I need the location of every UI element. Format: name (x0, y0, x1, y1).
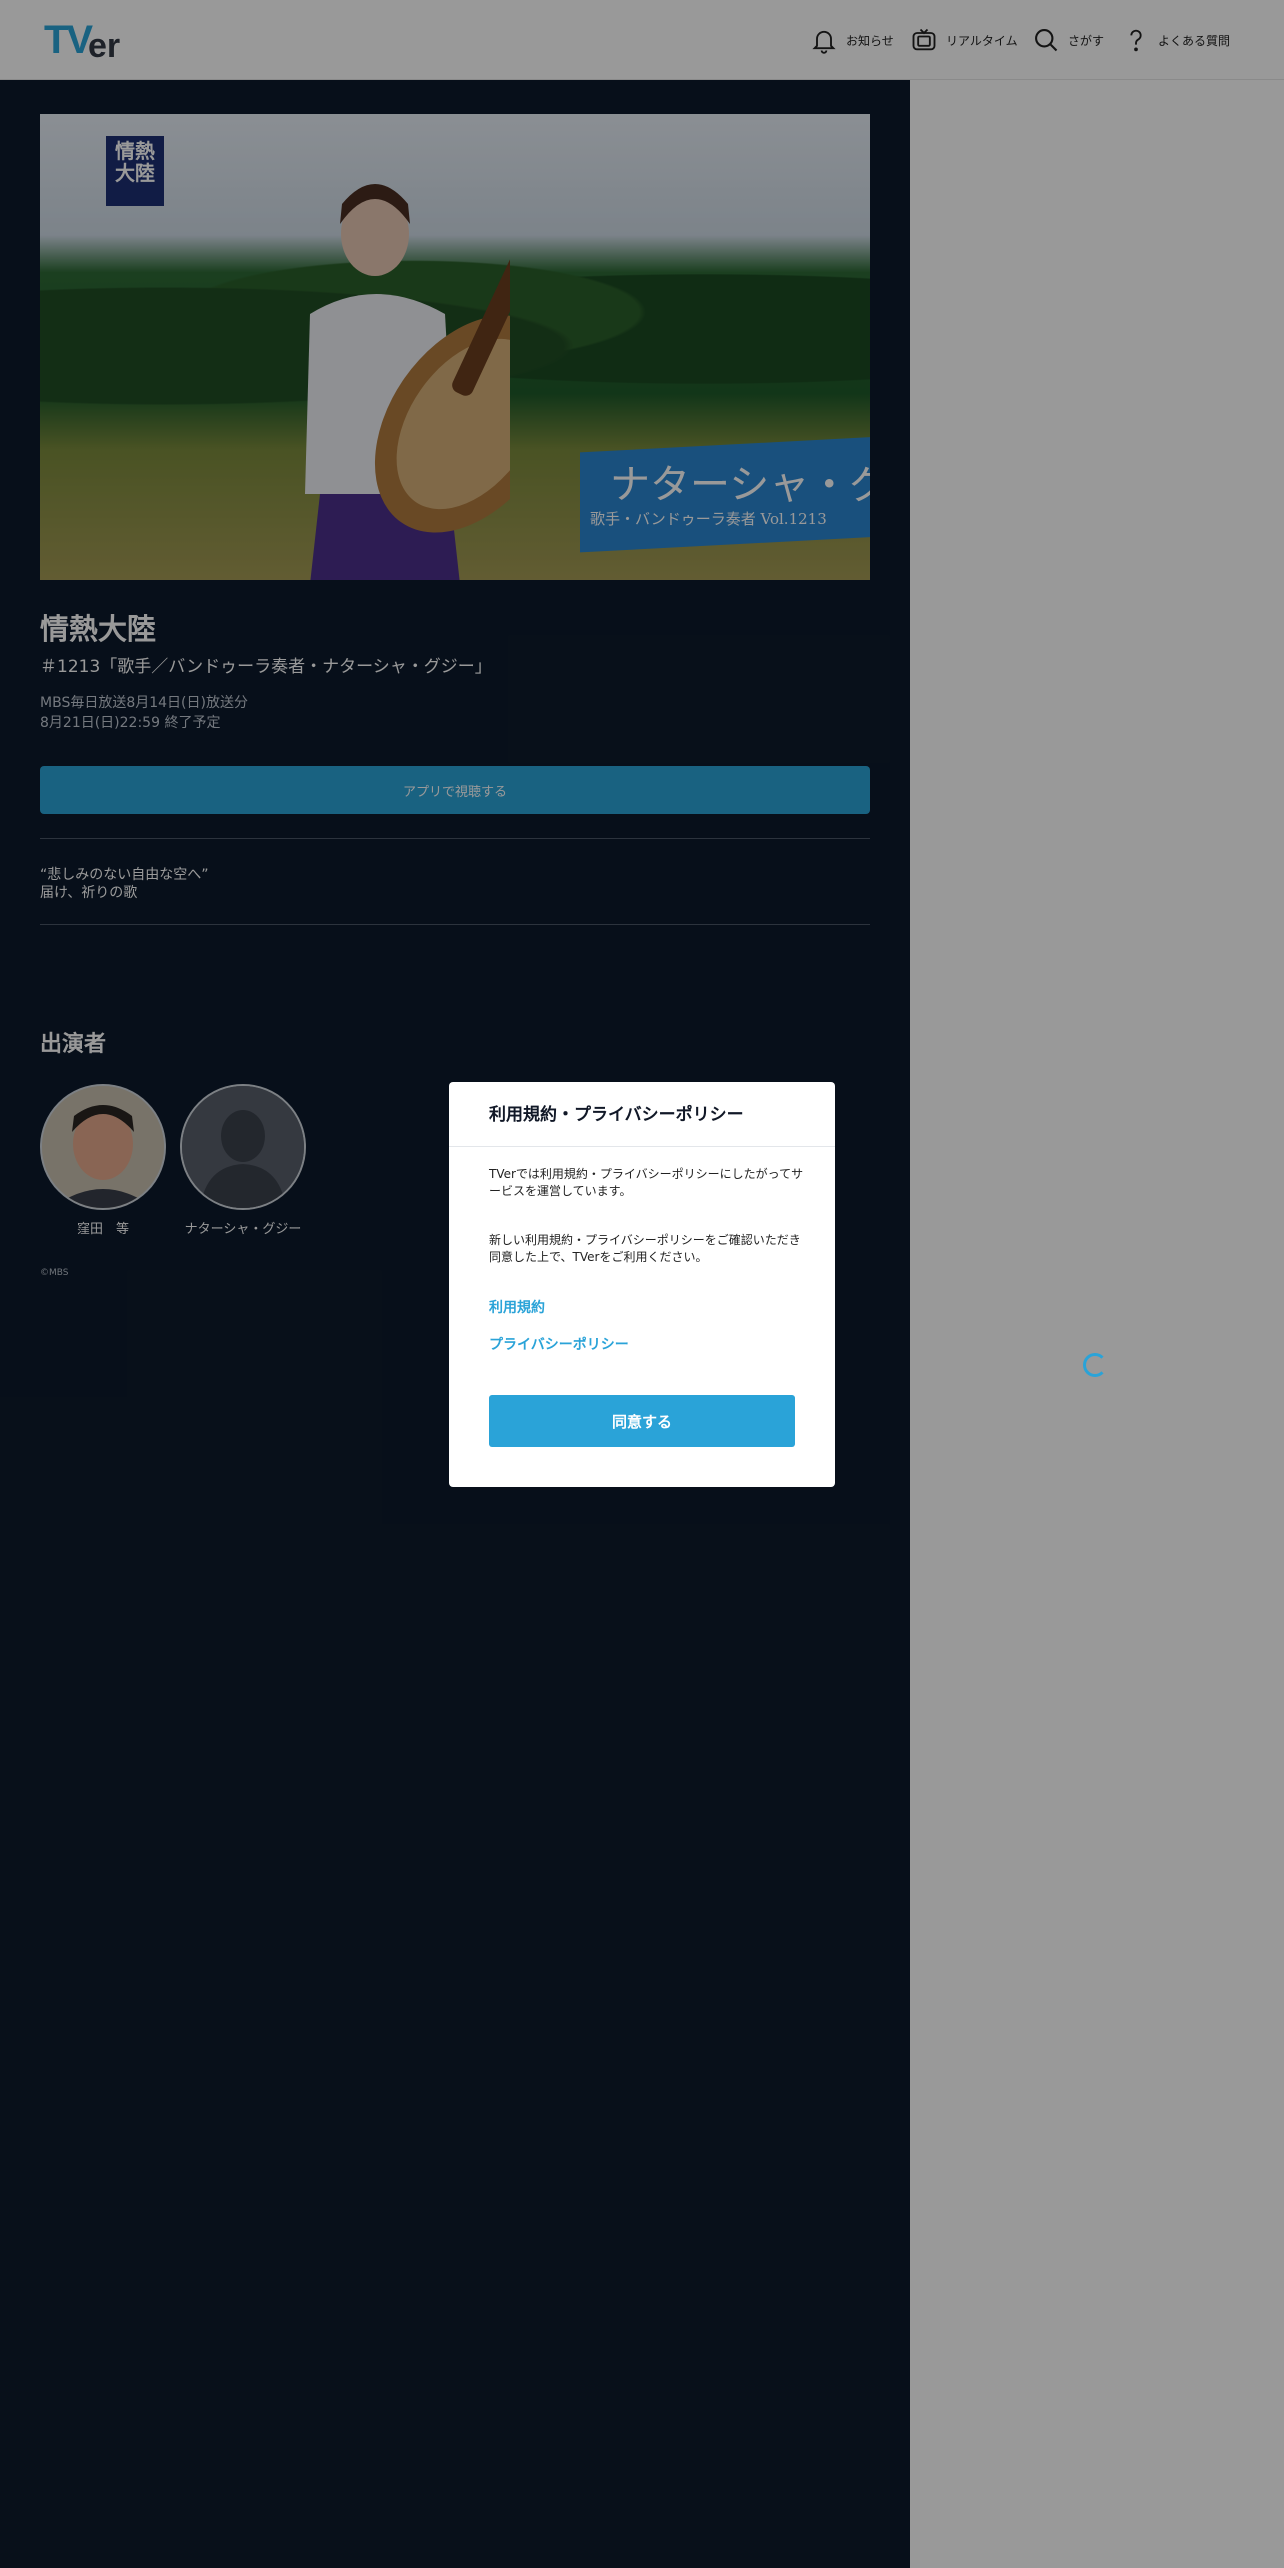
terms-modal: 利用規約・プライバシーポリシー TVerでは利用規約・プライバシーポリシーにした… (449, 1082, 835, 1487)
terms-link[interactable]: 利用規約 (489, 1297, 545, 1317)
privacy-policy-link[interactable]: プライバシーポリシー (489, 1334, 629, 1354)
agree-button[interactable]: 同意する (489, 1395, 795, 1447)
loading-spinner-icon (1083, 1353, 1107, 1377)
modal-text: 新しい利用規約・プライバシーポリシーをご確認いただき同意した上で、TVerをご利… (489, 1233, 801, 1264)
modal-text: TVerでは利用規約・プライバシーポリシーにしたがってサービスを運営しています。 (489, 1167, 804, 1198)
modal-divider (449, 1146, 835, 1147)
modal-title: 利用規約・プライバシーポリシー (489, 1105, 744, 1125)
